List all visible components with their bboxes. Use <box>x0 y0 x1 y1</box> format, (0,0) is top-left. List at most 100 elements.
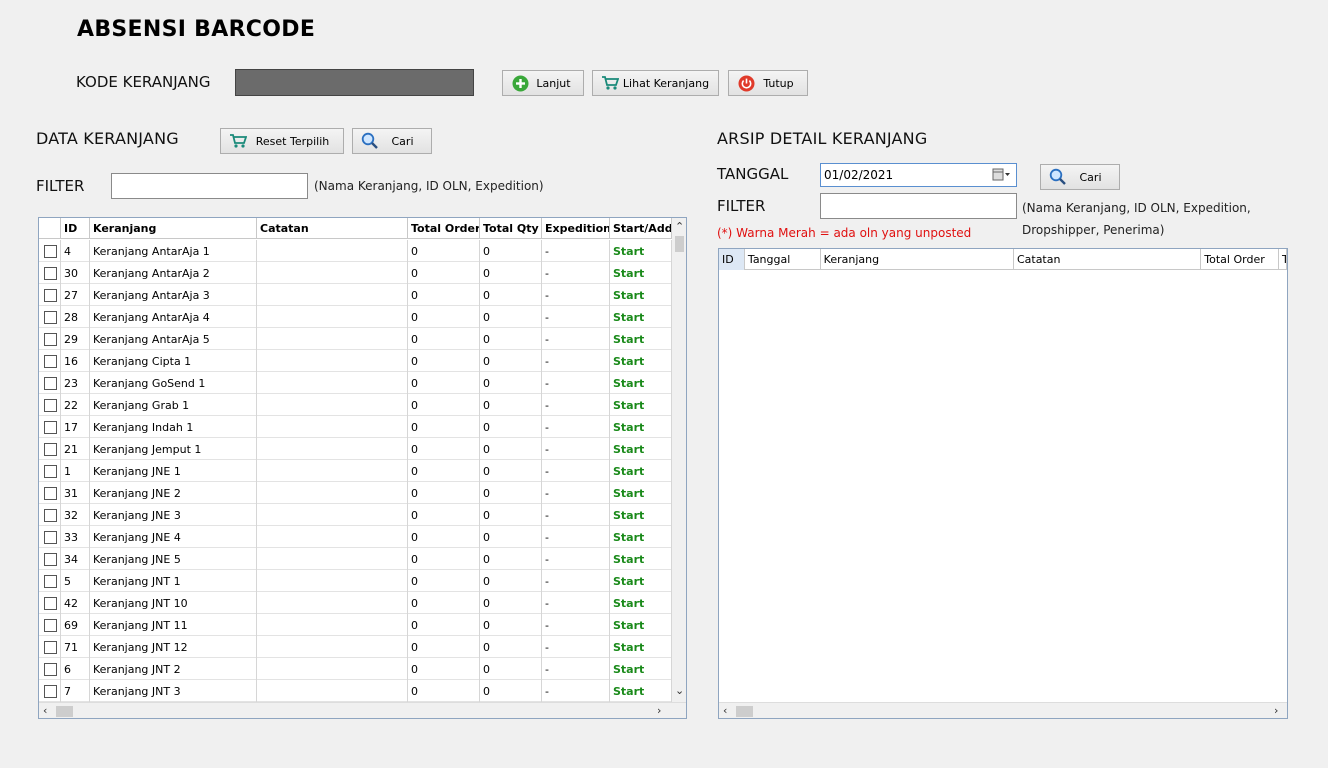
column-header-start-add[interactable]: Start/Add <box>610 218 672 239</box>
scroll-left-icon[interactable]: ‹ <box>723 704 727 717</box>
data-keranjang-table[interactable]: ID Keranjang Catatan Total Order Total Q… <box>38 217 687 719</box>
calendar-icon[interactable] <box>992 168 1010 184</box>
row-select-checkbox[interactable] <box>44 684 57 698</box>
row-select-checkbox[interactable] <box>44 464 57 478</box>
row-select-checkbox[interactable] <box>44 662 57 676</box>
table-row[interactable]: 29 Keranjang AntarAja 5 0 0- Start <box>39 328 672 350</box>
cell-start-link[interactable]: Start <box>610 240 672 262</box>
arsip-column-header-total-order[interactable]: Total Order <box>1201 249 1280 270</box>
cell-start-link[interactable]: Start <box>610 526 672 548</box>
row-select-checkbox[interactable] <box>44 640 57 654</box>
tanggal-input[interactable]: 01/02/2021 <box>820 163 1017 187</box>
column-header-expedition[interactable]: Expedition <box>542 218 610 239</box>
table-row[interactable]: 34 Keranjang JNE 5 0 0- Start <box>39 548 672 570</box>
arsip-horizontal-scrollbar[interactable]: ‹ › <box>719 702 1287 718</box>
cell-start-link[interactable]: Start <box>610 592 672 614</box>
tutup-button[interactable]: Tutup <box>728 70 808 96</box>
horizontal-scrollbar[interactable]: ‹ › <box>39 702 686 718</box>
cell-start-link[interactable]: Start <box>610 548 672 570</box>
cell-start-link[interactable]: Start <box>610 614 672 636</box>
row-select-checkbox[interactable] <box>44 486 57 500</box>
table-row[interactable]: 1 Keranjang JNE 1 0 0- Start <box>39 460 672 482</box>
table-row[interactable]: 32 Keranjang JNE 3 0 0- Start <box>39 504 672 526</box>
column-header-total-order[interactable]: Total Order <box>408 218 480 239</box>
column-header-id[interactable]: ID <box>61 218 90 239</box>
cell-start-link[interactable]: Start <box>610 372 672 394</box>
cell-start-link[interactable]: Start <box>610 460 672 482</box>
cell-start-link[interactable]: Start <box>610 438 672 460</box>
arsip-column-header-id[interactable]: ID <box>719 249 745 270</box>
lanjut-button[interactable]: Lanjut <box>502 70 584 96</box>
table-row[interactable]: 17 Keranjang Indah 1 0 0- Start <box>39 416 672 438</box>
table-row[interactable]: 71 Keranjang JNT 12 0 0- Start <box>39 636 672 658</box>
scroll-right-icon[interactable]: › <box>657 704 661 717</box>
table-row[interactable]: 42 Keranjang JNT 10 0 0- Start <box>39 592 672 614</box>
row-select-checkbox[interactable] <box>44 442 57 456</box>
row-select-checkbox[interactable] <box>44 354 57 368</box>
lihat-keranjang-button[interactable]: Lihat Keranjang <box>592 70 719 96</box>
scroll-left-icon[interactable]: ‹ <box>43 704 47 717</box>
table-row[interactable]: 21 Keranjang Jemput 1 0 0- Start <box>39 438 672 460</box>
cell-start-link[interactable]: Start <box>610 482 672 504</box>
row-select-checkbox[interactable] <box>44 552 57 566</box>
table-row[interactable]: 16 Keranjang Cipta 1 0 0- Start <box>39 350 672 372</box>
row-select-checkbox[interactable] <box>44 618 57 632</box>
table-row[interactable]: 30 Keranjang AntarAja 2 0 0- Start <box>39 262 672 284</box>
table-row[interactable]: 6 Keranjang JNT 2 0 0- Start <box>39 658 672 680</box>
scroll-down-icon[interactable]: ⌄ <box>675 684 684 697</box>
row-select-checkbox[interactable] <box>44 376 57 390</box>
scroll-right-icon[interactable]: › <box>1274 704 1278 717</box>
cell-start-link[interactable]: Start <box>610 416 672 438</box>
cell-start-link[interactable]: Start <box>610 394 672 416</box>
arsip-table[interactable]: ID Tanggal Keranjang Catatan Total Order… <box>718 248 1288 719</box>
row-select-checkbox[interactable] <box>44 398 57 412</box>
table-row[interactable]: 7 Keranjang JNT 3 0 0- Start <box>39 680 672 702</box>
cell-start-link[interactable]: Start <box>610 636 672 658</box>
cell-start-link[interactable]: Start <box>610 328 672 350</box>
table-row[interactable]: 5 Keranjang JNT 1 0 0- Start <box>39 570 672 592</box>
arsip-column-header-truncated[interactable]: T <box>1279 249 1287 270</box>
table-row[interactable]: 4 Keranjang AntarAja 1 0 0- Start <box>39 240 672 262</box>
row-select-checkbox[interactable] <box>44 508 57 522</box>
scroll-thumb-h[interactable] <box>736 706 753 717</box>
table-row[interactable]: 23 Keranjang GoSend 1 0 0- Start <box>39 372 672 394</box>
cell-start-link[interactable]: Start <box>610 504 672 526</box>
cell-start-link[interactable]: Start <box>610 306 672 328</box>
row-select-checkbox[interactable] <box>44 310 57 324</box>
row-select-checkbox[interactable] <box>44 288 57 302</box>
table-row[interactable]: 33 Keranjang JNE 4 0 0- Start <box>39 526 672 548</box>
table-row[interactable]: 27 Keranjang AntarAja 3 0 0- Start <box>39 284 672 306</box>
row-select-checkbox[interactable] <box>44 266 57 280</box>
reset-terpilih-button[interactable]: Reset Terpilih <box>220 128 344 154</box>
row-select-checkbox[interactable] <box>44 420 57 434</box>
column-header-total-qty[interactable]: Total Qty <box>480 218 542 239</box>
arsip-column-header-keranjang[interactable]: Keranjang <box>821 249 1014 270</box>
filter-input[interactable] <box>111 173 308 199</box>
vertical-scrollbar[interactable]: ⌃ ⌄ <box>672 218 686 702</box>
cell-start-link[interactable]: Start <box>610 284 672 306</box>
arsip-cari-button[interactable]: Cari <box>1040 164 1120 190</box>
cell-start-link[interactable]: Start <box>610 570 672 592</box>
kode-keranjang-input[interactable] <box>235 69 474 96</box>
scroll-thumb[interactable] <box>675 236 684 252</box>
arsip-filter-input[interactable] <box>820 193 1017 219</box>
row-select-checkbox[interactable] <box>44 530 57 544</box>
column-header-catatan[interactable]: Catatan <box>257 218 408 239</box>
table-row[interactable]: 28 Keranjang AntarAja 4 0 0- Start <box>39 306 672 328</box>
cell-start-link[interactable]: Start <box>610 680 672 702</box>
row-select-checkbox[interactable] <box>44 332 57 346</box>
table-row[interactable]: 69 Keranjang JNT 11 0 0- Start <box>39 614 672 636</box>
column-header-keranjang[interactable]: Keranjang <box>90 218 257 239</box>
arsip-column-header-tanggal[interactable]: Tanggal <box>745 249 821 270</box>
scroll-thumb-h[interactable] <box>56 706 73 717</box>
scroll-up-icon[interactable]: ⌃ <box>675 220 684 233</box>
cari-button[interactable]: Cari <box>352 128 432 154</box>
row-select-checkbox[interactable] <box>44 596 57 610</box>
table-row[interactable]: 31 Keranjang JNE 2 0 0- Start <box>39 482 672 504</box>
cell-start-link[interactable]: Start <box>610 658 672 680</box>
row-select-checkbox[interactable] <box>44 244 57 258</box>
cell-start-link[interactable]: Start <box>610 350 672 372</box>
cell-start-link[interactable]: Start <box>610 262 672 284</box>
row-select-checkbox[interactable] <box>44 574 57 588</box>
arsip-column-header-catatan[interactable]: Catatan <box>1014 249 1202 270</box>
